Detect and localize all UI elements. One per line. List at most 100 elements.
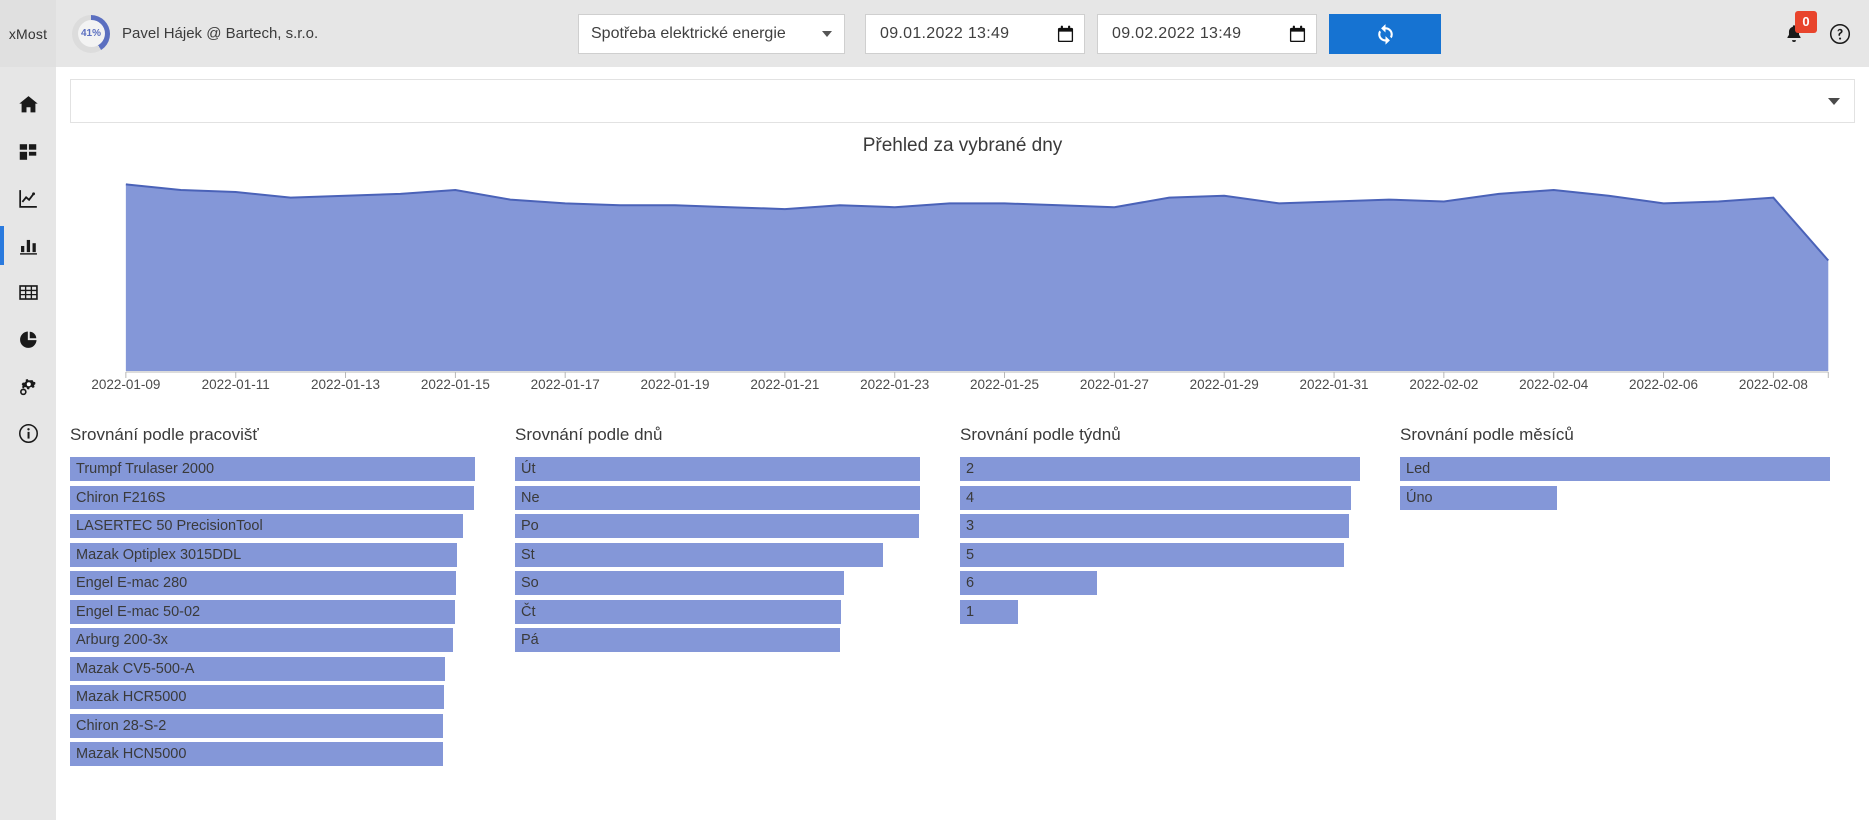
bar[interactable]: Engel E-mac 280: [70, 571, 456, 595]
bar[interactable]: 1: [960, 599, 1019, 624]
sidebar-item-home[interactable]: [0, 81, 56, 128]
sidebar-item-table[interactable]: [0, 269, 56, 316]
bar-label: 6: [966, 575, 975, 591]
bar-row[interactable]: 4: [960, 485, 1360, 510]
bar-label: 5: [966, 546, 975, 563]
bar[interactable]: Pá: [515, 628, 841, 652]
bar-row[interactable]: Engel E-mac 280: [70, 571, 475, 595]
bar[interactable]: Led: [1400, 457, 1830, 481]
sidebar-item-bar-chart[interactable]: [0, 222, 56, 269]
bar-label: Engel E-mac 50-02: [76, 603, 201, 620]
bar-row[interactable]: Engel E-mac 50-02: [70, 599, 475, 624]
bar[interactable]: Mazak HCR5000: [70, 685, 445, 709]
bar-row[interactable]: Po: [515, 514, 920, 538]
brand-label: xMost: [8, 25, 48, 42]
toolbar: Spotřeba elektrické energie 09.01.2022 1…: [578, 13, 1441, 54]
metric-select-value: Spotřeba elektrické energie: [591, 24, 786, 42]
bar[interactable]: Mazak Optiplex 3015DDL: [70, 542, 458, 567]
x-axis-tick-label: 2022-02-08: [1738, 377, 1808, 392]
bar-row[interactable]: Mazak CV5-500-A: [70, 656, 475, 681]
bar-row[interactable]: Arburg 200-3x: [70, 628, 475, 652]
brand-logo[interactable]: xMost: [0, 0, 56, 67]
bar[interactable]: LASERTEC 50 PrecisionTool: [70, 514, 463, 538]
filter-panel-toggle[interactable]: [70, 79, 1855, 123]
panel-title: Srovnání podle pracovišť: [70, 425, 259, 444]
bar-row[interactable]: Úno: [1400, 485, 1830, 510]
bar-label: Engel E-mac 280: [76, 575, 188, 591]
bar-label: Mazak CV5-500-A: [76, 660, 195, 677]
line-chart-icon: [18, 190, 37, 208]
bar-row[interactable]: 3: [960, 514, 1360, 538]
completion-gauge: 41%: [72, 14, 110, 53]
bar[interactable]: Mazak HCN5000: [70, 742, 443, 766]
bar-row[interactable]: LASERTEC 50 PrecisionTool: [70, 514, 475, 538]
question-circle-icon: [1829, 23, 1851, 44]
notifications-button[interactable]: 0: [1773, 10, 1817, 55]
panel-title: Srovnání podle měsíců: [1400, 425, 1574, 444]
date-from-input[interactable]: 09.01.2022 13:49: [865, 13, 1085, 54]
bar[interactable]: St: [515, 542, 883, 567]
bar-row[interactable]: 1: [960, 599, 1360, 624]
bar-row[interactable]: Mazak HCR5000: [70, 685, 475, 709]
bar[interactable]: Chiron F216S: [70, 485, 475, 510]
bar-row[interactable]: Čt: [515, 599, 920, 624]
bar-row[interactable]: 2: [960, 457, 1360, 481]
help-button[interactable]: [1819, 13, 1861, 55]
metric-select[interactable]: Spotřeba elektrické energie: [578, 13, 845, 54]
bar-row[interactable]: Mazak HCN5000: [70, 742, 475, 766]
panel-by-month: Srovnání podle měsíců Led Úno: [1400, 425, 1869, 771]
bar[interactable]: Úno: [1400, 485, 1557, 510]
pie-chart-icon: [19, 331, 37, 348]
bar-label: St: [521, 546, 535, 563]
bar-label: Čt: [521, 603, 536, 620]
user-label: Pavel Hájek @ Bartech, s.r.o.: [122, 25, 319, 42]
calendar-icon[interactable]: [1289, 25, 1306, 43]
bar[interactable]: So: [515, 571, 844, 595]
bar-label: Pá: [521, 632, 539, 648]
bar-row[interactable]: Led: [1400, 457, 1830, 481]
bar-row[interactable]: 6: [960, 571, 1360, 595]
bar-row[interactable]: Pá: [515, 628, 920, 652]
bar-label: Ne: [521, 489, 540, 506]
bar[interactable]: Engel E-mac 50-02: [70, 599, 456, 624]
sidebar-item-pie-chart[interactable]: [0, 316, 56, 363]
bar[interactable]: 3: [960, 514, 1350, 538]
bar[interactable]: 6: [960, 571, 1097, 595]
bar[interactable]: Út: [515, 457, 920, 481]
date-to-input[interactable]: 09.02.2022 13:49: [1097, 13, 1317, 54]
x-axis-tick-label: 2022-01-21: [750, 377, 820, 392]
x-axis-tick-label: 2022-01-13: [310, 377, 381, 392]
bar[interactable]: Chiron 28-S-2: [70, 713, 444, 738]
bar-row[interactable]: So: [515, 571, 920, 595]
bar-row[interactable]: St: [515, 542, 920, 567]
main-content: Přehled za vybrané dny 2022-01-09 2022-01…: [56, 67, 1869, 820]
bar[interactable]: Po: [515, 514, 919, 538]
bar-row[interactable]: 5: [960, 542, 1360, 567]
bar-row[interactable]: Chiron F216S: [70, 485, 475, 510]
bar[interactable]: Arburg 200-3x: [70, 628, 454, 652]
bar-label: Mazak HCR5000: [76, 689, 187, 705]
x-axis-tick-label: 2022-02-06: [1629, 377, 1699, 392]
bar[interactable]: Ne: [515, 485, 920, 510]
refresh-button[interactable]: [1329, 13, 1441, 54]
sidebar-item-line-chart[interactable]: [0, 175, 56, 222]
sidebar-item-info[interactable]: [0, 410, 56, 457]
bar-row[interactable]: Út: [515, 457, 920, 481]
sidebar-item-settings[interactable]: [0, 363, 56, 410]
user-block: 41% Pavel Hájek @ Bartech, s.r.o.: [56, 14, 319, 53]
bar-row[interactable]: Trumpf Trulaser 2000: [70, 457, 475, 481]
calendar-icon[interactable]: [1057, 25, 1074, 43]
x-axis-tick-label: 2022-01-09: [91, 377, 161, 392]
x-axis-tick-label: 2022-01-15: [420, 377, 490, 392]
bar-row[interactable]: Chiron 28-S-2: [70, 713, 475, 738]
info-circle-icon: [18, 424, 38, 443]
bar[interactable]: Trumpf Trulaser 2000: [70, 457, 475, 481]
bar-row[interactable]: Mazak Optiplex 3015DDL: [70, 542, 475, 567]
bar[interactable]: Mazak CV5-500-A: [70, 656, 446, 681]
bar[interactable]: Čt: [515, 599, 841, 624]
sidebar-item-dashboard[interactable]: [0, 128, 56, 175]
bar-row[interactable]: Ne: [515, 485, 920, 510]
bar[interactable]: 2: [960, 457, 1360, 481]
bar[interactable]: 4: [960, 485, 1351, 510]
bar[interactable]: 5: [960, 542, 1345, 567]
